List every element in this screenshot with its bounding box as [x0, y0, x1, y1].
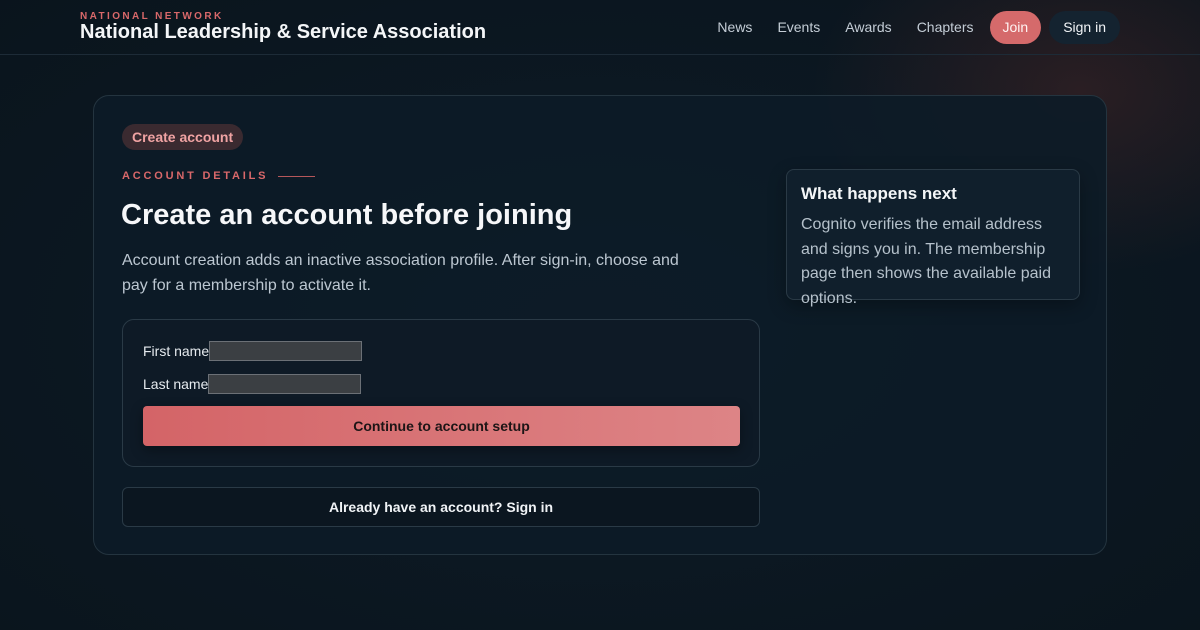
last-name-label: Last name	[143, 376, 209, 392]
existing-account-sign-in-button[interactable]: Already have an account? Sign in	[122, 487, 760, 527]
first-name-label: First name	[143, 343, 210, 359]
account-form: First name Last name Continue to account…	[122, 319, 760, 467]
nav-link-awards[interactable]: Awards	[845, 19, 891, 35]
main-nav: News Events Awards Chapters Join Sign in	[717, 10, 1120, 44]
nav-link-news[interactable]: News	[717, 19, 752, 35]
continue-button[interactable]: Continue to account setup	[143, 406, 740, 446]
join-button[interactable]: Join	[989, 10, 1042, 44]
next-steps-title: What happens next	[801, 184, 957, 203]
next-steps-panel: What happens next Cognito verifies the e…	[786, 169, 1080, 307]
eyebrow-divider	[278, 175, 316, 177]
create-account-badge: Create account	[122, 124, 244, 150]
last-name-input[interactable]	[208, 374, 362, 394]
sign-in-button[interactable]: Sign in	[1049, 10, 1120, 44]
first-name-input[interactable]	[209, 341, 363, 361]
page-title: Create an account before joining	[121, 199, 573, 231]
page-description: Account creation adds an inactive associ…	[122, 252, 679, 294]
top-navigation-bar: NATIONAL NETWORK National Leadership & S…	[0, 0, 1200, 55]
create-account-card: Create account ACCOUNT DETAILS Create an…	[93, 95, 1107, 555]
nav-link-chapters[interactable]: Chapters	[917, 19, 974, 35]
section-eyebrow: ACCOUNT DETAILS	[122, 170, 316, 182]
brand-title[interactable]: National Leadership & Service Associatio…	[80, 21, 486, 44]
first-name-row: First name	[143, 340, 363, 362]
nav-link-events[interactable]: Events	[777, 19, 820, 35]
next-steps-text: Cognito verifies the email address and s…	[801, 216, 1051, 307]
last-name-row: Last name	[143, 373, 362, 395]
eyebrow-text: ACCOUNT DETAILS	[122, 170, 269, 182]
